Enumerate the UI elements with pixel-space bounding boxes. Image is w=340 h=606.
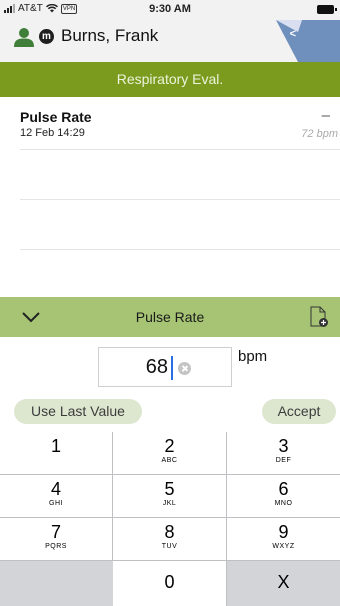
use-last-value-button[interactable]: Use Last Value bbox=[14, 399, 142, 424]
key-letters: PQRS bbox=[45, 543, 67, 550]
key-1[interactable]: 1 bbox=[0, 432, 113, 475]
chevron-left-icon[interactable]: < bbox=[290, 28, 296, 40]
divider bbox=[20, 149, 340, 150]
key-delete[interactable]: X bbox=[227, 561, 340, 606]
key-number: 7 bbox=[50, 522, 61, 542]
key-7[interactable]: 7 PQRS bbox=[0, 518, 113, 561]
key-number: 2 bbox=[164, 436, 175, 456]
key-blank bbox=[0, 561, 113, 606]
input-section-header: Pulse Rate bbox=[0, 297, 340, 337]
screen-title-bar: Respiratory Eval. bbox=[0, 62, 340, 97]
value-input[interactable]: 68 bbox=[98, 347, 232, 387]
unit-label: bpm bbox=[238, 348, 268, 365]
measurement-date: 12 Feb 14:29 bbox=[20, 127, 85, 139]
status-bar: AT&T VPN 9:30 AM bbox=[0, 0, 340, 20]
key-number: 9 bbox=[278, 522, 289, 542]
key-2[interactable]: 2 ABC bbox=[113, 432, 227, 475]
key-letters: JKL bbox=[162, 500, 177, 507]
person-icon bbox=[14, 28, 34, 47]
key-number: 1 bbox=[50, 436, 61, 456]
status-time: 9:30 AM bbox=[149, 3, 191, 15]
input-section-title: Pulse Rate bbox=[135, 309, 205, 325]
key-letters: DEF bbox=[275, 457, 292, 464]
accept-button[interactable]: Accept bbox=[262, 399, 336, 424]
key-number: 6 bbox=[278, 479, 289, 499]
key-number: 4 bbox=[50, 479, 61, 499]
divider bbox=[20, 199, 340, 200]
measurement-list: Pulse Rate 12 Feb 14:29 – 72 bpm bbox=[0, 97, 340, 297]
sidebar-tab[interactable] bbox=[276, 20, 340, 62]
screen-title: Respiratory Eval. bbox=[116, 71, 224, 87]
numeric-keypad: 1 2 ABC 3 DEF 4 GHI 5 JKL 6 MNO 7 PQRS 8… bbox=[0, 432, 340, 606]
clear-icon[interactable] bbox=[178, 362, 191, 375]
measurement-value: 72 bpm bbox=[301, 128, 338, 140]
key-8[interactable]: 8 TUV bbox=[113, 518, 227, 561]
text-cursor bbox=[171, 356, 173, 380]
key-number: 3 bbox=[278, 436, 289, 456]
measurement-title: Pulse Rate bbox=[20, 109, 92, 125]
entry-area: 68 bpm Use Last Value Accept bbox=[0, 337, 340, 432]
key-letters: MNO bbox=[274, 500, 293, 507]
key-number: X bbox=[277, 572, 290, 592]
key-3[interactable]: 3 DEF bbox=[227, 432, 340, 475]
key-number: 8 bbox=[164, 522, 175, 542]
key-0[interactable]: 0 bbox=[113, 561, 227, 606]
key-6[interactable]: 6 MNO bbox=[227, 475, 340, 518]
key-letters: GHI bbox=[49, 500, 63, 507]
measurement-dash: – bbox=[321, 107, 330, 124]
value-text: 68 bbox=[145, 356, 168, 378]
patient-name[interactable]: Burns, Frank bbox=[61, 26, 158, 46]
key-letters: ABC bbox=[161, 457, 178, 464]
key-number: 0 bbox=[164, 572, 175, 592]
document-add-icon[interactable] bbox=[309, 306, 329, 328]
key-number: 5 bbox=[164, 479, 175, 499]
key-letters: TUV bbox=[161, 543, 178, 550]
key-letters: WXYZ bbox=[272, 543, 295, 550]
key-5[interactable]: 5 JKL bbox=[113, 475, 227, 518]
patient-badge: m bbox=[39, 29, 54, 44]
patient-header: m Burns, Frank < bbox=[0, 20, 340, 62]
divider bbox=[20, 249, 340, 250]
key-9[interactable]: 9 WXYZ bbox=[227, 518, 340, 561]
battery-icon bbox=[317, 5, 337, 14]
key-4[interactable]: 4 GHI bbox=[0, 475, 113, 518]
